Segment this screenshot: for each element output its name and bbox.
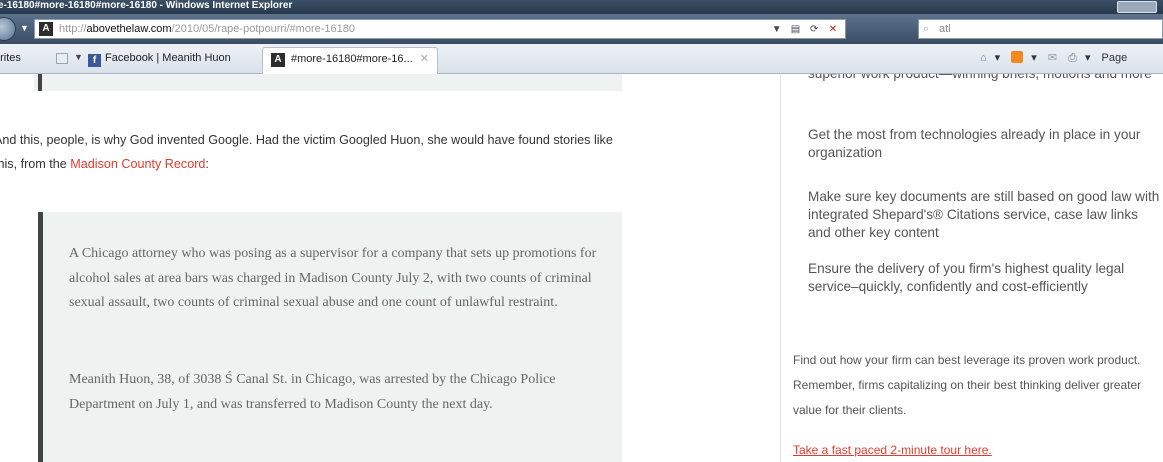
madison-county-record-link[interactable]: Madison County Record — [70, 157, 205, 171]
column-divider — [780, 74, 781, 462]
page-content: And this, people, is why God invented Go… — [0, 74, 1163, 462]
tab-facebook-label: Facebook | Meanith Huon — [105, 52, 231, 64]
tour-link[interactable]: Take a fast paced 2-minute tour here. — [793, 443, 992, 457]
sidebar-benefit-1-text: superior work product—winning briefs, mo… — [808, 74, 1160, 83]
sidebar-cta-text: Find out how your firm can best leverage… — [793, 353, 1142, 417]
sidebar-benefit-3: Make sure key documents are still based … — [808, 189, 1160, 240]
url-path: /2010/05/rape-potpourri/#more-16180 — [171, 23, 355, 35]
search-query: atl — [939, 23, 951, 35]
article-intro-end: : — [205, 157, 209, 171]
url-prefix: http:// — [59, 23, 87, 35]
atl-site-icon: A — [271, 53, 285, 67]
print-icon[interactable]: ⎙ — [1068, 52, 1077, 64]
home-dropdown-icon[interactable]: ▾ — [995, 52, 1001, 64]
previous-blockquote — [34, 74, 622, 91]
url-text: http://abovethelaw.com/2010/05/rape-potp… — [59, 20, 355, 38]
url-dropdown-icon[interactable]: ▼ — [769, 23, 785, 37]
sidebar-benefit-2: Get the most from technologies already i… — [808, 127, 1141, 160]
article-paragraph: And this, people, is why God invented Go… — [0, 128, 634, 176]
back-button[interactable] — [0, 17, 16, 41]
window-controls[interactable] — [1117, 1, 1157, 13]
favorites-button[interactable]: orites — [0, 52, 21, 64]
window-title: re-16180#more-16180#more-16180 - Windows… — [0, 0, 293, 11]
tab-facebook[interactable]: f Facebook | Meanith Huon — [88, 52, 231, 67]
search-icon: ⌕ — [923, 23, 930, 35]
tab-list-dropdown-icon[interactable]: ▼ — [74, 52, 83, 62]
site-favicon-icon: A — [39, 22, 53, 36]
stop-icon[interactable]: ✕ — [825, 23, 841, 37]
url-field[interactable]: A http://abovethelaw.com/2010/05/rape-po… — [34, 19, 846, 39]
blockquote-paragraph-1: A Chicago attorney who was posing as a s… — [69, 246, 597, 310]
sidebar-benefit-1: superior work product—winning briefs, mo… — [808, 74, 1160, 108]
favorites-bar: orites ▼ f Facebook | Meanith Huon A #mor… — [0, 44, 1163, 74]
tab-active[interactable]: A #more-16180#more-16... ✕ — [262, 47, 438, 74]
nav-history-dropdown-icon[interactable]: ▼ — [20, 23, 29, 33]
blockquote-bar — [38, 74, 42, 91]
url-tools: ▼ ▤ ⟳ ✕ — [769, 23, 841, 37]
feeds-dropdown-icon[interactable]: ▾ — [1031, 52, 1037, 64]
quick-tabs-icon[interactable] — [56, 53, 68, 64]
address-bar: ▼ A http://abovethelaw.com/2010/05/rape-… — [0, 14, 1163, 44]
blockquote-paragraph-2: Meanith Huon, 38, of 3038 Ś Canal St. in… — [69, 372, 556, 412]
command-bar: ⌂ ▾ ▾ ✉ ⎙ ▾ Page — [980, 51, 1135, 65]
window-titlebar: re-16180#more-16180#more-16180 - Windows… — [0, 0, 1163, 14]
feeds-icon[interactable] — [1011, 51, 1024, 63]
compatibility-view-icon[interactable]: ▤ — [787, 23, 803, 37]
print-dropdown-icon[interactable]: ▾ — [1085, 52, 1091, 64]
tab-active-label: #more-16180#more-16... — [291, 53, 413, 65]
url-host: abovethelaw.com — [86, 23, 172, 35]
search-input[interactable]: ⌕ atl — [918, 19, 1163, 39]
home-icon[interactable]: ⌂ — [980, 52, 987, 64]
close-tab-icon[interactable]: ✕ — [420, 52, 429, 65]
refresh-icon[interactable]: ⟳ — [806, 23, 822, 37]
page-menu[interactable]: Page — [1102, 52, 1128, 64]
sidebar-benefit-4: Ensure the delivery of you firm's highes… — [808, 261, 1125, 294]
article-blockquote: A Chicago attorney who was posing as a s… — [38, 212, 622, 462]
facebook-icon: f — [88, 54, 101, 67]
mail-icon[interactable]: ✉ — [1048, 52, 1057, 64]
